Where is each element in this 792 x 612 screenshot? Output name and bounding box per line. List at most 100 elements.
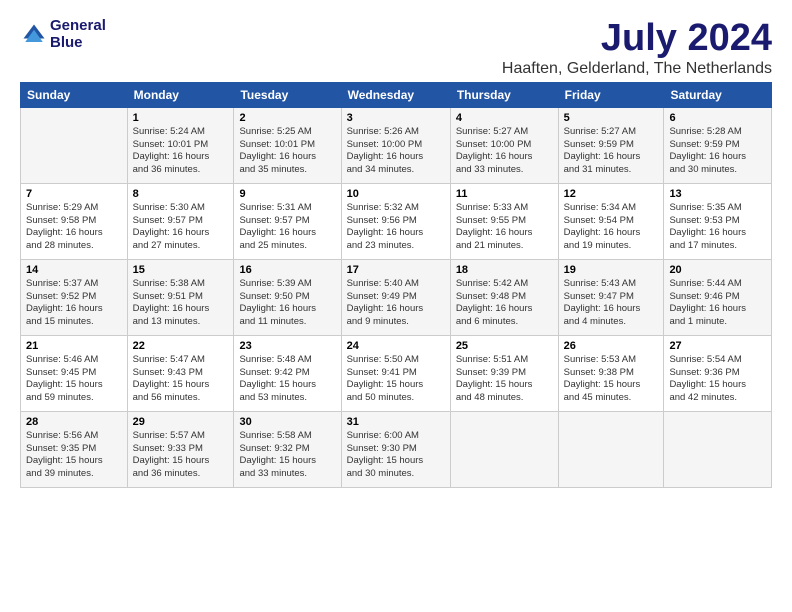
day-number: 2 (239, 112, 335, 124)
day-number: 6 (669, 112, 766, 124)
col-header-monday: Monday (127, 82, 234, 107)
calendar-table: SundayMondayTuesdayWednesdayThursdayFrid… (20, 82, 772, 488)
calendar-cell: 19Sunrise: 5:43 AM Sunset: 9:47 PM Dayli… (558, 259, 664, 335)
day-number: 9 (239, 188, 335, 200)
day-number: 30 (239, 416, 335, 428)
calendar-cell: 17 Sunrise: 5:40 AM Sunset: 9:49 PM Dayli… (341, 259, 450, 335)
day-number: 15 (133, 264, 229, 276)
day-number: 24 (347, 340, 445, 352)
title-block: July 2024 Haaften, Gelderland, The Nethe… (502, 18, 772, 78)
calendar-cell: 22 Sunrise: 5:47 AM Sunset: 9:43 PM Dayli… (127, 335, 234, 411)
calendar-cell: 7Sunrise: 5:29 AM Sunset: 9:58 PM Daylig… (21, 183, 128, 259)
day-number: 1 (133, 112, 229, 124)
day-number: 23 (239, 340, 335, 352)
calendar-week-row: 28Sunrise: 5:56 AM Sunset: 9:35 PM Dayli… (21, 411, 772, 487)
day-number: 8 (133, 188, 229, 200)
col-header-thursday: Thursday (450, 82, 558, 107)
day-number: 16 (239, 264, 335, 276)
calendar-cell: 29 Sunrise: 5:57 AM Sunset: 9:33 PM Dayli… (127, 411, 234, 487)
day-info: Sunrise: 5:42 AM Sunset: 9:48 PM Dayligh… (456, 278, 553, 329)
day-number: 22 (133, 340, 229, 352)
calendar-cell: 21Sunrise: 5:46 AM Sunset: 9:45 PM Dayli… (21, 335, 128, 411)
day-info: Sunrise: 5:37 AM Sunset: 9:52 PM Dayligh… (26, 278, 122, 329)
calendar-cell: 26 Sunrise: 5:53 AM Sunset: 9:38 PM Dayli… (558, 335, 664, 411)
day-info: Sunrise: 5:40 AM Sunset: 9:49 PM Dayligh… (347, 278, 445, 329)
calendar-cell (21, 107, 128, 183)
day-info: Sunrise: 5:47 AM Sunset: 9:43 PM Dayligh… (133, 354, 229, 405)
col-header-sunday: Sunday (21, 82, 128, 107)
day-number: 29 (133, 416, 229, 428)
calendar-cell: 25 Sunrise: 5:51 AM Sunset: 9:39 PM Dayli… (450, 335, 558, 411)
calendar-cell: 10 Sunrise: 5:32 AM Sunset: 9:56 PM Dayli… (341, 183, 450, 259)
calendar-cell: 3Sunrise: 5:26 AM Sunset: 10:00 PM Dayli… (341, 107, 450, 183)
calendar-cell: 18Sunrise: 5:42 AM Sunset: 9:48 PM Dayli… (450, 259, 558, 335)
col-header-saturday: Saturday (664, 82, 772, 107)
calendar-cell (558, 411, 664, 487)
calendar-cell: 27Sunrise: 5:54 AM Sunset: 9:36 PM Dayli… (664, 335, 772, 411)
day-number: 11 (456, 188, 553, 200)
calendar-cell: 20 Sunrise: 5:44 AM Sunset: 9:46 PM Dayli… (664, 259, 772, 335)
page: General Blue July 2024 Haaften, Gelderla… (0, 0, 792, 498)
calendar-week-row: 1 Sunrise: 5:24 AM Sunset: 10:01 PM Dayli… (21, 107, 772, 183)
calendar-week-row: 21Sunrise: 5:46 AM Sunset: 9:45 PM Dayli… (21, 335, 772, 411)
calendar-cell: 24 Sunrise: 5:50 AM Sunset: 9:41 PM Dayli… (341, 335, 450, 411)
day-info: Sunrise: 5:43 AM Sunset: 9:47 PM Dayligh… (564, 278, 659, 329)
logo-text: General Blue (50, 18, 106, 51)
col-header-friday: Friday (558, 82, 664, 107)
day-info: Sunrise: 5:24 AM Sunset: 10:01 PM Daylig… (133, 126, 229, 177)
day-number: 25 (456, 340, 553, 352)
day-info: Sunrise: 5:51 AM Sunset: 9:39 PM Dayligh… (456, 354, 553, 405)
day-number: 3 (347, 112, 445, 124)
day-number: 4 (456, 112, 553, 124)
calendar-cell: 2 Sunrise: 5:25 AM Sunset: 10:01 PM Dayli… (234, 107, 341, 183)
day-info: Sunrise: 5:50 AM Sunset: 9:41 PM Dayligh… (347, 354, 445, 405)
calendar-cell: 1 Sunrise: 5:24 AM Sunset: 10:01 PM Dayli… (127, 107, 234, 183)
day-info: Sunrise: 5:34 AM Sunset: 9:54 PM Dayligh… (564, 202, 659, 253)
calendar-cell: 12 Sunrise: 5:34 AM Sunset: 9:54 PM Dayli… (558, 183, 664, 259)
day-info: Sunrise: 5:31 AM Sunset: 9:57 PM Dayligh… (239, 202, 335, 253)
logo-line2: Blue (50, 34, 83, 51)
day-number: 28 (26, 416, 122, 428)
day-info: Sunrise: 6:00 AM Sunset: 9:30 PM Dayligh… (347, 430, 445, 481)
day-info: Sunrise: 5:48 AM Sunset: 9:42 PM Dayligh… (239, 354, 335, 405)
col-header-tuesday: Tuesday (234, 82, 341, 107)
day-info: Sunrise: 5:35 AM Sunset: 9:53 PM Dayligh… (669, 202, 766, 253)
day-info: Sunrise: 5:32 AM Sunset: 9:56 PM Dayligh… (347, 202, 445, 253)
logo-icon (20, 21, 48, 49)
day-info: Sunrise: 5:39 AM Sunset: 9:50 PM Dayligh… (239, 278, 335, 329)
day-info: Sunrise: 5:28 AM Sunset: 9:59 PM Dayligh… (669, 126, 766, 177)
calendar-cell: 30 Sunrise: 5:58 AM Sunset: 9:32 PM Dayli… (234, 411, 341, 487)
calendar-cell: 4 Sunrise: 5:27 AM Sunset: 10:00 PM Dayli… (450, 107, 558, 183)
day-info: Sunrise: 5:27 AM Sunset: 10:00 PM Daylig… (456, 126, 553, 177)
month-title: July 2024 (502, 18, 772, 60)
day-number: 27 (669, 340, 766, 352)
day-info: Sunrise: 5:58 AM Sunset: 9:32 PM Dayligh… (239, 430, 335, 481)
calendar-cell (664, 411, 772, 487)
header: General Blue July 2024 Haaften, Gelderla… (20, 18, 772, 78)
logo: General Blue (20, 18, 106, 51)
calendar-header-row: SundayMondayTuesdayWednesdayThursdayFrid… (21, 82, 772, 107)
day-number: 26 (564, 340, 659, 352)
day-number: 17 (347, 264, 445, 276)
calendar-cell: 11Sunrise: 5:33 AM Sunset: 9:55 PM Dayli… (450, 183, 558, 259)
day-info: Sunrise: 5:44 AM Sunset: 9:46 PM Dayligh… (669, 278, 766, 329)
calendar-cell: 31Sunrise: 6:00 AM Sunset: 9:30 PM Dayli… (341, 411, 450, 487)
day-number: 20 (669, 264, 766, 276)
day-number: 13 (669, 188, 766, 200)
day-number: 12 (564, 188, 659, 200)
calendar-cell: 8Sunrise: 5:30 AM Sunset: 9:57 PM Daylig… (127, 183, 234, 259)
day-info: Sunrise: 5:29 AM Sunset: 9:58 PM Dayligh… (26, 202, 122, 253)
location-title: Haaften, Gelderland, The Netherlands (502, 60, 772, 78)
day-number: 10 (347, 188, 445, 200)
calendar-cell: 9 Sunrise: 5:31 AM Sunset: 9:57 PM Daylig… (234, 183, 341, 259)
calendar-cell: 15 Sunrise: 5:38 AM Sunset: 9:51 PM Dayli… (127, 259, 234, 335)
day-info: Sunrise: 5:38 AM Sunset: 9:51 PM Dayligh… (133, 278, 229, 329)
day-info: Sunrise: 5:25 AM Sunset: 10:01 PM Daylig… (239, 126, 335, 177)
calendar-cell: 5Sunrise: 5:27 AM Sunset: 9:59 PM Daylig… (558, 107, 664, 183)
day-number: 21 (26, 340, 122, 352)
day-info: Sunrise: 5:57 AM Sunset: 9:33 PM Dayligh… (133, 430, 229, 481)
logo-line1: General (50, 17, 106, 34)
day-number: 14 (26, 264, 122, 276)
day-info: Sunrise: 5:53 AM Sunset: 9:38 PM Dayligh… (564, 354, 659, 405)
col-header-wednesday: Wednesday (341, 82, 450, 107)
